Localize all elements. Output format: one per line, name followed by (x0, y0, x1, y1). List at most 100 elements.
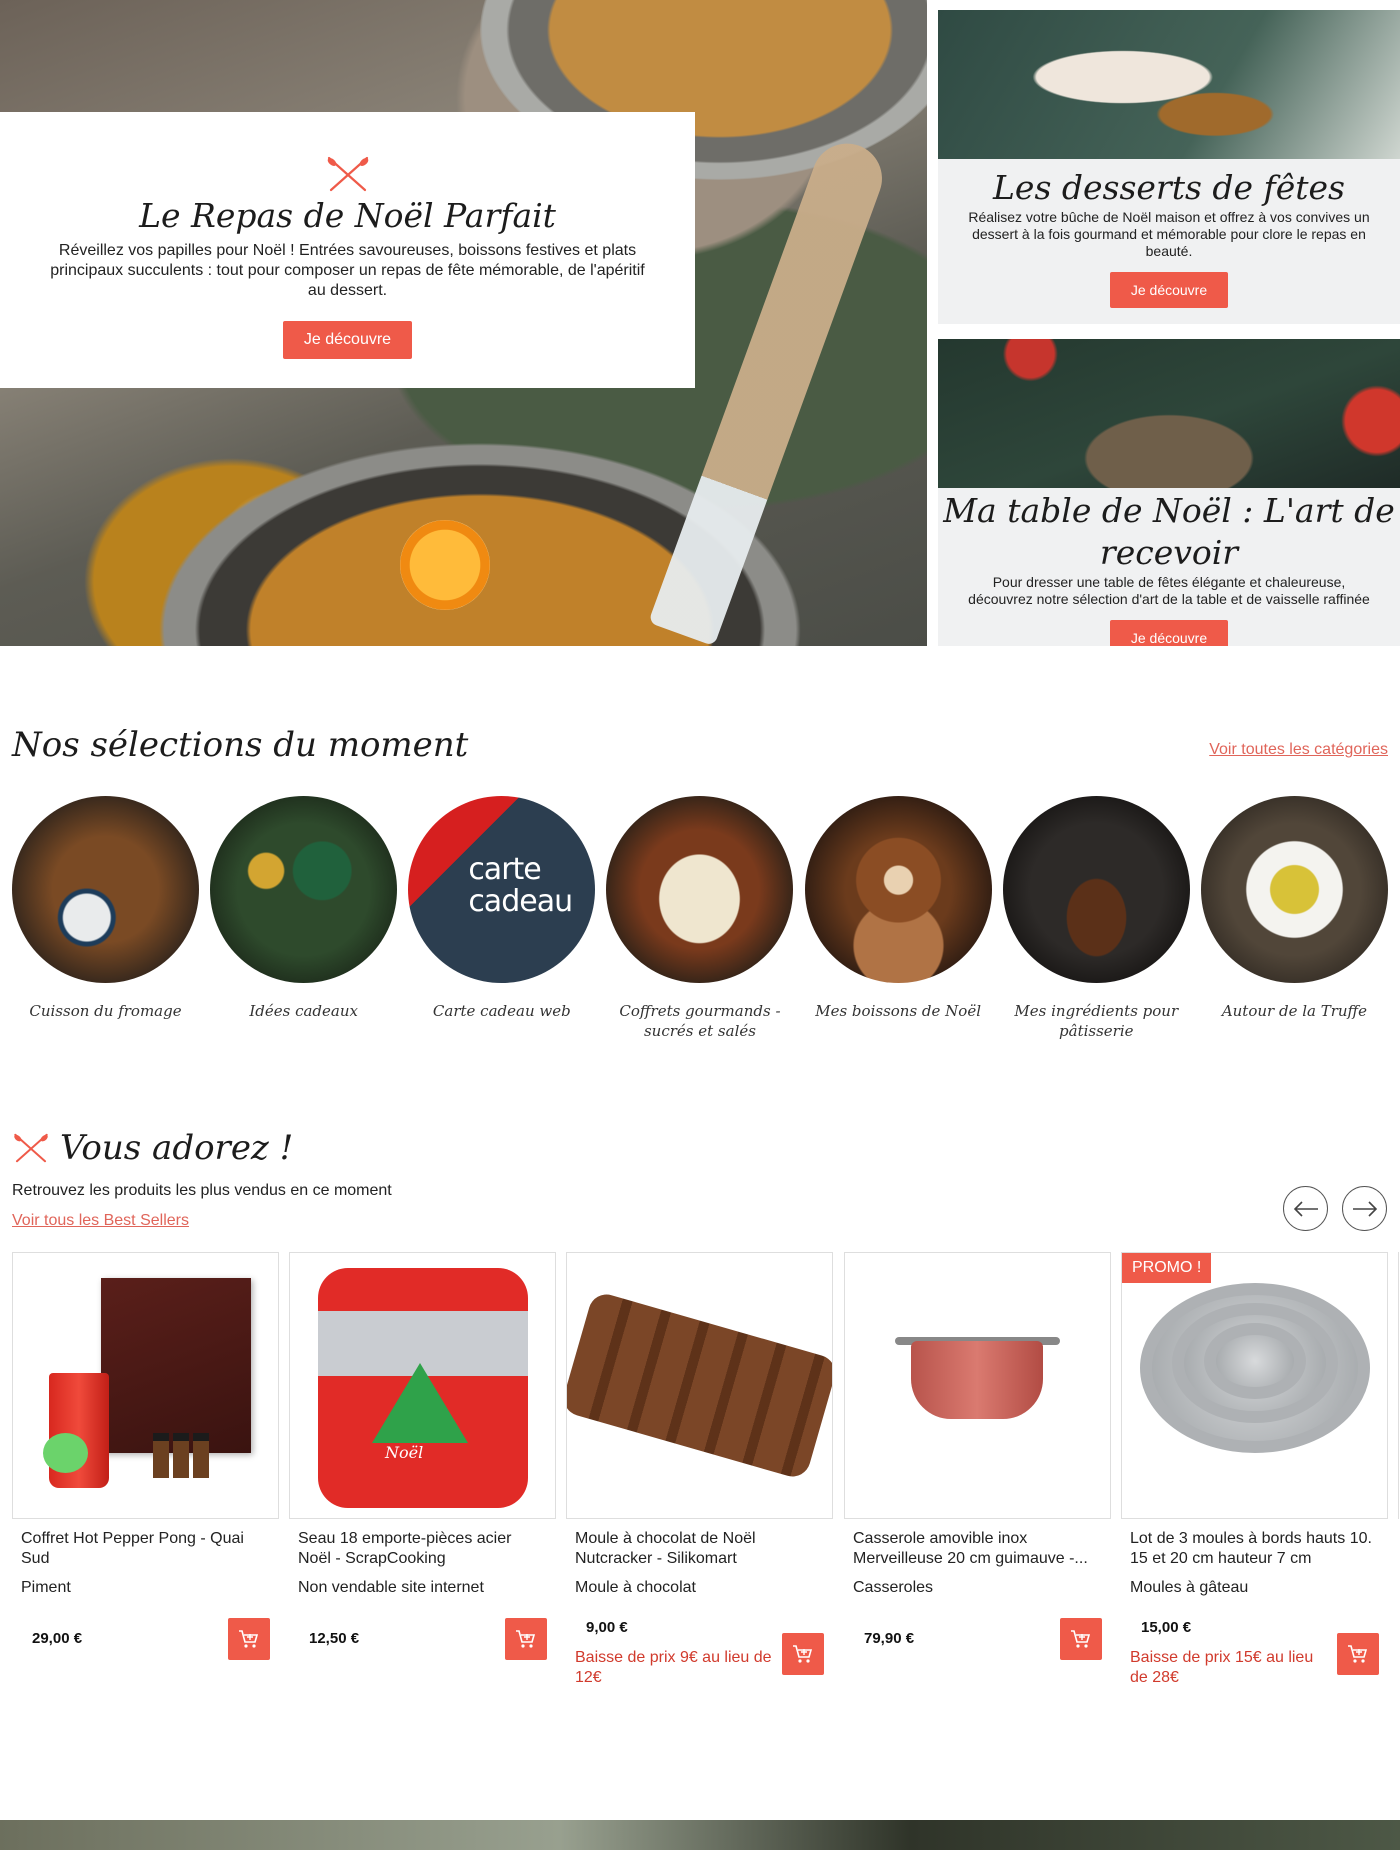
category-item[interactable]: carte cadeau Carte cadeau web (408, 796, 596, 1041)
add-to-cart-button[interactable] (505, 1618, 547, 1660)
product-ball-graphic (43, 1433, 88, 1473)
desserts-image (938, 10, 1400, 159)
carousel-prev-button[interactable] (1283, 1186, 1328, 1231)
product-category: Non vendable site internet (298, 1579, 484, 1596)
product-promo-text: Baisse de prix 15€ au lieu de 28€ (1130, 1649, 1314, 1686)
product-price: 15,00 € (1141, 1619, 1192, 1636)
category-image (210, 796, 398, 983)
product-category: Moules à gâteau (1130, 1579, 1249, 1596)
product-pot-graphic (911, 1341, 1043, 1419)
arrow-right-icon (1352, 1200, 1377, 1217)
category-image: carte cadeau (408, 796, 596, 983)
category-image (1002, 796, 1190, 983)
product-card[interactable]: Casserole amovible inox Merveilleuse 20 … (844, 1252, 1111, 1712)
arrow-left-icon (1293, 1200, 1318, 1217)
product-promo-text: Baisse de prix 9€ au lieu de 12€ (575, 1649, 772, 1686)
product-price: 29,00 € (32, 1630, 83, 1647)
product-image[interactable] (566, 1252, 833, 1519)
product-image-label: Noël (385, 1443, 424, 1462)
product-tree-graphic (372, 1363, 468, 1443)
selections-title: Nos sélections du moment (12, 725, 469, 765)
cutlery-icon (327, 156, 368, 192)
table-image (938, 339, 1400, 488)
carousel-next-button[interactable] (1342, 1186, 1387, 1231)
product-name[interactable]: Coffret Hot Pepper Pong - Quai Sud (12, 1529, 279, 1569)
all-bestsellers-link[interactable]: Voir tous les Best Sellers (12, 1212, 189, 1230)
gift-card-text: carte cadeau (468, 852, 573, 919)
product-name[interactable]: Lot de 3 moules à bords hauts 10. 15 et … (1121, 1529, 1388, 1569)
cart-plus-icon (239, 1630, 259, 1648)
category-item[interactable]: Autour de la Truffe (1200, 796, 1388, 1041)
add-to-cart-button[interactable] (228, 1618, 270, 1660)
table-discover-button[interactable]: Je découvre (1110, 620, 1228, 646)
category-item[interactable]: Idées cadeaux (210, 796, 398, 1041)
table-title: Ma table de Noël : L'art de recevoir (943, 491, 1395, 572)
product-ring-graphic (1204, 1323, 1306, 1399)
product-jar-graphic (193, 1433, 209, 1478)
category-label: Coffrets gourmands - sucrés et salés (619, 1002, 781, 1040)
category-label: Mes ingrédients pour pâtisserie (1014, 1002, 1179, 1040)
cart-plus-icon (1348, 1645, 1368, 1663)
category-image (606, 796, 794, 983)
hero-title: Le Repas de Noël Parfait (139, 196, 556, 235)
category-label: Cuisson du fromage (29, 1002, 182, 1020)
product-price: 79,90 € (864, 1630, 915, 1647)
category-image (804, 796, 992, 983)
category-label: Mes boissons de Noël (815, 1002, 981, 1020)
bestsellers-title: Vous adorez ! (60, 1128, 294, 1168)
product-image[interactable] (844, 1252, 1111, 1519)
product-category: Piment (21, 1579, 71, 1596)
promo-badge: PROMO ! (1122, 1253, 1212, 1283)
product-image[interactable] (12, 1252, 279, 1519)
category-image (1200, 796, 1388, 983)
product-image[interactable]: Noël (289, 1252, 556, 1519)
product-carousel: Coffret Hot Pepper Pong - Quai Sud Pimen… (12, 1252, 1400, 1712)
cart-plus-icon (516, 1630, 536, 1648)
product-price: 12,50 € (309, 1630, 360, 1647)
hero-banner[interactable]: Le Repas de Noël Parfait Réveillez vos p… (0, 0, 927, 646)
bestsellers-header: Vous adorez ! (12, 1128, 293, 1168)
hero-discover-button[interactable]: Je découvre (283, 321, 412, 359)
category-item[interactable]: Mes ingrédients pour pâtisserie (1002, 796, 1190, 1041)
product-name[interactable]: Casserole amovible inox Merveilleuse 20 … (844, 1529, 1111, 1569)
product-name[interactable]: Moule à chocolat de Noël Nutcracker - Si… (566, 1529, 833, 1569)
category-image (12, 796, 199, 983)
category-item[interactable]: Cuisson du fromage (12, 796, 199, 1041)
cutlery-icon (14, 1133, 48, 1163)
category-label: Carte cadeau web (432, 1002, 571, 1020)
desserts-text: Réalisez votre bûche de Noël maison et o… (968, 209, 1370, 259)
add-to-cart-button[interactable] (1060, 1618, 1102, 1660)
product-category: Moule à chocolat (575, 1579, 696, 1596)
product-name[interactable]: Seau 18 emporte-pièces acier Noël - Scra… (289, 1529, 556, 1569)
desserts-card[interactable]: Les desserts de fêtes Réalisez votre bûc… (938, 10, 1400, 324)
product-card[interactable]: Moule à chocolat de Noël Nutcracker - Si… (566, 1252, 833, 1712)
product-card[interactable]: Coffret Hot Pepper Pong - Quai Sud Pimen… (12, 1252, 279, 1712)
product-jar-graphic (173, 1433, 189, 1478)
product-mold-graphic (567, 1290, 832, 1481)
product-price: 9,00 € (586, 1619, 628, 1636)
product-category: Casseroles (853, 1579, 934, 1596)
product-box-graphic (101, 1278, 251, 1453)
desserts-discover-button[interactable]: Je découvre (1110, 272, 1228, 308)
add-to-cart-button[interactable] (1337, 1633, 1379, 1675)
desserts-title: Les desserts de fêtes (993, 168, 1345, 207)
category-label: Idées cadeaux (249, 1002, 358, 1020)
cart-plus-icon (1071, 1630, 1091, 1648)
hero-card: Le Repas de Noël Parfait Réveillez vos p… (0, 112, 695, 388)
product-card[interactable]: PROMO ! Lot de 3 moules à bords hauts 10… (1121, 1252, 1388, 1712)
table-card[interactable]: Ma table de Noël : L'art de recevoir Pou… (938, 339, 1400, 646)
hero-text: Réveillez vos papilles pour Noël ! Entré… (50, 242, 645, 299)
category-item[interactable]: Mes boissons de Noël (804, 796, 992, 1041)
hero-image-orange (400, 520, 490, 610)
cart-plus-icon (793, 1645, 813, 1663)
add-to-cart-button[interactable] (782, 1633, 824, 1675)
category-label: Autour de la Truffe (1221, 1002, 1368, 1020)
all-categories-link[interactable]: Voir toutes les catégories (1209, 741, 1388, 759)
product-image[interactable]: PROMO ! (1121, 1252, 1388, 1519)
next-section-banner (0, 1820, 1400, 1850)
product-card[interactable]: Noël Seau 18 emporte-pièces acier Noël -… (289, 1252, 556, 1712)
bestsellers-subtitle: Retrouvez les produits les plus vendus e… (12, 1182, 392, 1199)
product-jar-graphic (153, 1433, 169, 1478)
table-text: Pour dresser une table de fêtes élégante… (968, 574, 1370, 607)
category-item[interactable]: Coffrets gourmands - sucrés et salés (606, 796, 794, 1041)
